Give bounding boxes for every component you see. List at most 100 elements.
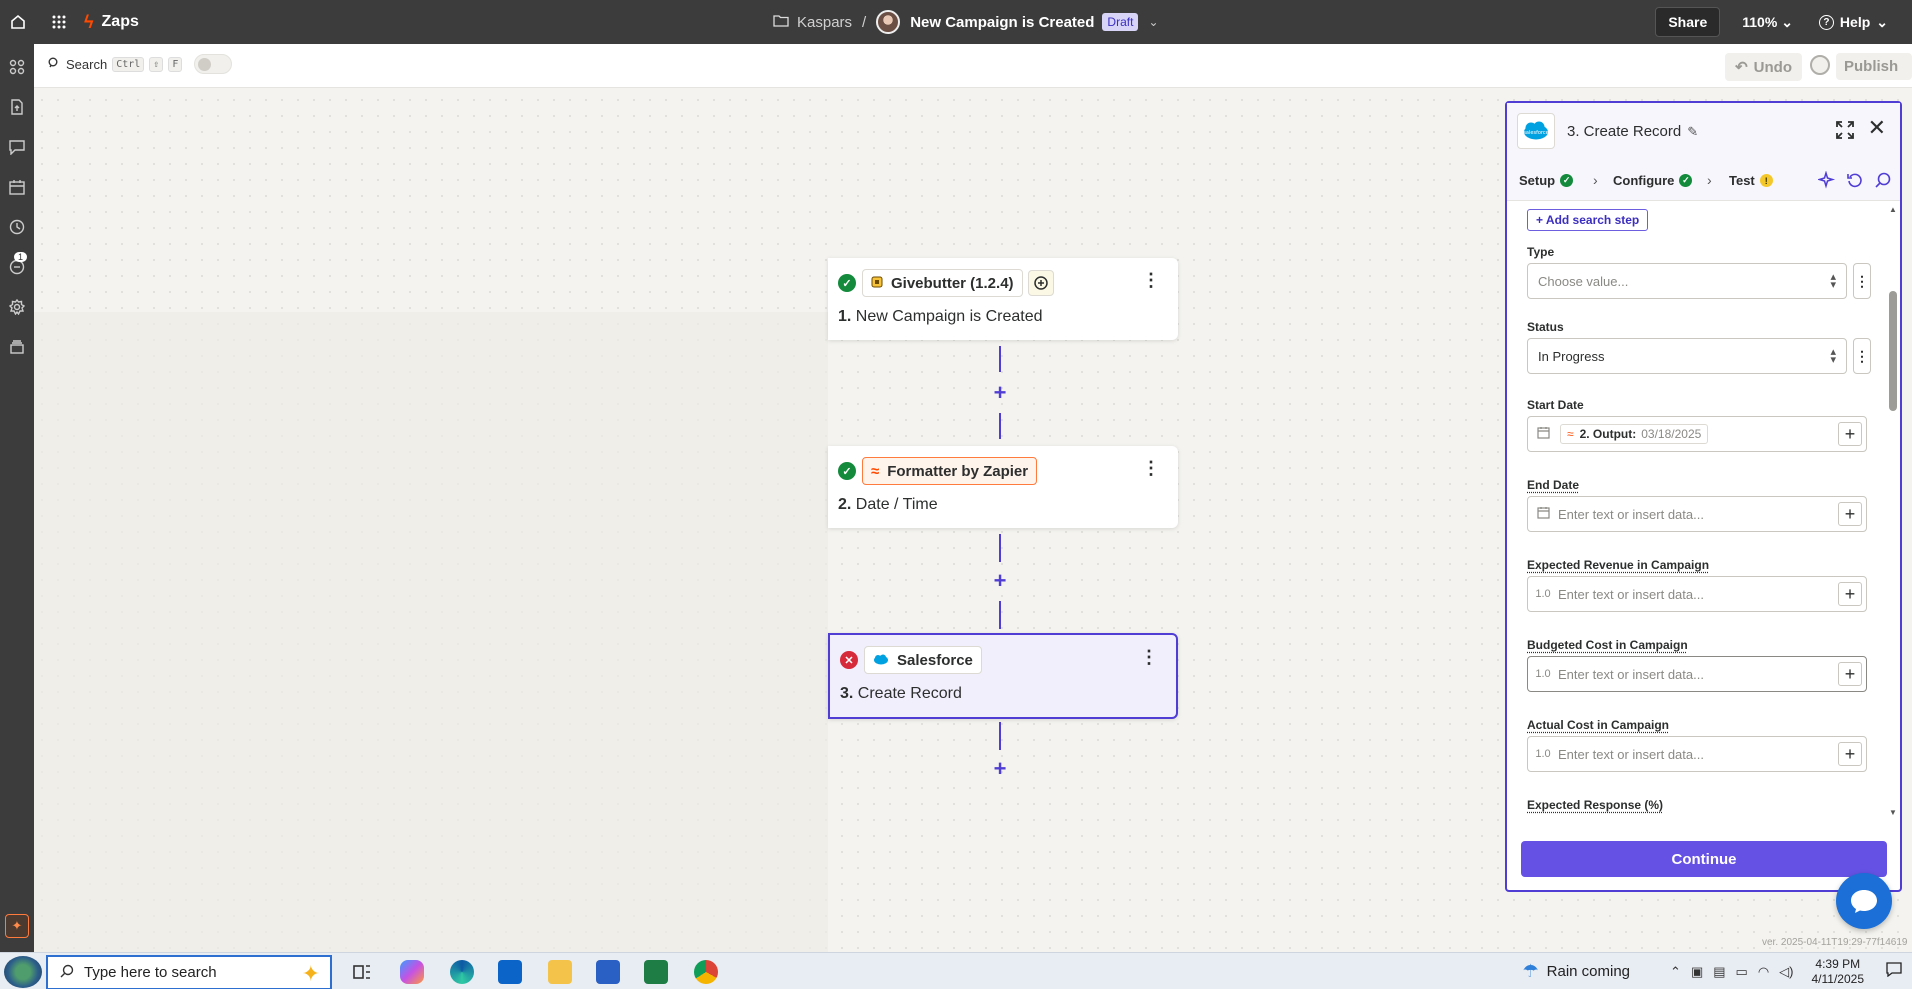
- app-grid-icon[interactable]: [44, 0, 74, 44]
- breadcrumb-folder[interactable]: Kaspars: [797, 14, 852, 31]
- taskbar-search-input[interactable]: Type here to search ✦: [46, 955, 332, 989]
- field-label-expected-response: Expected Response (%): [1527, 798, 1664, 812]
- step-card-3[interactable]: ✕ Salesforce ⋮ 3. Create Record: [828, 633, 1178, 719]
- notification-center-icon[interactable]: [1886, 961, 1902, 982]
- settings-icon[interactable]: [6, 296, 28, 318]
- add-action-icon[interactable]: [1028, 270, 1054, 296]
- step-title: 1. New Campaign is Created: [838, 308, 1043, 326]
- add-step-icon[interactable]: +: [991, 570, 1009, 592]
- chat-support-icon[interactable]: [1836, 873, 1892, 929]
- zaps-home-link[interactable]: ϟ Zaps: [84, 12, 139, 33]
- actual-cost-field[interactable]: 1.0 Enter text or insert data... +: [1527, 736, 1867, 772]
- step-app-pill[interactable]: Givebutter (1.2.4): [862, 269, 1023, 297]
- scrollbar-thumb[interactable]: [1889, 291, 1897, 411]
- undo-icon: ↶: [1735, 59, 1748, 76]
- panel-scrollbar[interactable]: ▲ ▼: [1888, 201, 1898, 821]
- pencil-icon[interactable]: ✎: [1687, 124, 1698, 140]
- insert-data-button[interactable]: +: [1838, 662, 1862, 686]
- chrome-icon[interactable]: [694, 960, 718, 984]
- field-label-status: Status: [1527, 320, 1564, 334]
- shortcut-key: Ctrl: [112, 56, 145, 72]
- type-select[interactable]: Choose value... ▴ ▾: [1527, 263, 1847, 299]
- comment-icon[interactable]: [6, 136, 28, 158]
- panel-form[interactable]: + Add search step Type Choose value... ▴…: [1507, 201, 1900, 821]
- close-icon[interactable]: ✕: [1868, 117, 1886, 139]
- status-value: In Progress: [1538, 348, 1605, 364]
- stack-icon[interactable]: [6, 336, 28, 358]
- step-app-pill[interactable]: Salesforce: [864, 646, 982, 674]
- copilot-app-icon[interactable]: [400, 960, 424, 984]
- start-date-field[interactable]: ≈ 2. Output: 03/18/2025 +: [1527, 416, 1867, 452]
- sparkle-icon[interactable]: [1816, 170, 1836, 194]
- chevron-down-icon[interactable]: ⌄: [1148, 15, 1158, 29]
- file-upload-icon[interactable]: [6, 96, 28, 118]
- step-card-2[interactable]: ✓ ≈ Formatter by Zapier ⋮ 2. Date / Time: [828, 446, 1178, 528]
- step-app-pill[interactable]: ≈ Formatter by Zapier: [862, 457, 1038, 485]
- tray-app-icon[interactable]: ▣: [1691, 964, 1703, 980]
- calendar-icon[interactable]: [6, 176, 28, 198]
- insert-data-button[interactable]: +: [1838, 742, 1862, 766]
- tab-configure[interactable]: Configure ✓: [1613, 173, 1693, 188]
- add-step-icon[interactable]: +: [991, 758, 1009, 780]
- insert-data-button[interactable]: +: [1838, 422, 1862, 446]
- task-view-icon[interactable]: [350, 960, 374, 984]
- weather-widget[interactable]: ☂ Rain coming: [1523, 961, 1631, 982]
- add-step-icon[interactable]: +: [991, 382, 1009, 404]
- clock-icon[interactable]: [6, 216, 28, 238]
- tray-app-icon[interactable]: ▤: [1713, 964, 1725, 980]
- search-icon[interactable]: [1874, 171, 1892, 194]
- continue-button[interactable]: Continue: [1521, 841, 1887, 877]
- start-button[interactable]: [4, 956, 42, 988]
- volume-icon[interactable]: ◁): [1779, 964, 1793, 980]
- mapped-data-pill[interactable]: ≈ 2. Output: 03/18/2025: [1560, 424, 1709, 444]
- outlook-icon[interactable]: [498, 960, 522, 984]
- scroll-down-icon[interactable]: ▼: [1889, 808, 1897, 817]
- scroll-up-icon[interactable]: ▲: [1889, 205, 1897, 214]
- more-options-icon[interactable]: ⋮: [1142, 458, 1160, 479]
- number-icon: 1.0: [1535, 748, 1551, 760]
- expand-icon[interactable]: [1836, 121, 1854, 139]
- version-history-icon[interactable]: [1810, 55, 1830, 75]
- file-explorer-icon[interactable]: [548, 960, 572, 984]
- expected-revenue-field[interactable]: 1.0 Enter text or insert data... +: [1527, 576, 1867, 612]
- taskbar-clock[interactable]: 4:39 PM 4/11/2025: [1812, 957, 1865, 987]
- tab-test[interactable]: Test !: [1729, 173, 1773, 188]
- edge-browser-icon[interactable]: [450, 960, 474, 984]
- more-options-icon[interactable]: ⋮: [1140, 647, 1158, 668]
- word-icon[interactable]: [596, 960, 620, 984]
- undo-button[interactable]: ↶ Undo: [1725, 53, 1802, 81]
- home-icon[interactable]: [0, 0, 36, 44]
- insert-data-button[interactable]: +: [1838, 582, 1862, 606]
- chevron-right-icon: ›: [1707, 172, 1712, 188]
- battery-icon[interactable]: ▭: [1736, 964, 1748, 980]
- canvas-toggle[interactable]: [194, 54, 233, 74]
- add-search-step-button[interactable]: + Add search step: [1527, 209, 1649, 231]
- status-select[interactable]: In Progress ▴ ▾: [1527, 338, 1847, 374]
- top-right-actions: Share 110% ⌄ ? Help ⌄: [1655, 0, 1912, 44]
- zap-title[interactable]: New Campaign is Created: [910, 14, 1094, 31]
- canvas-search[interactable]: Search Ctrl ⇧ F: [48, 54, 233, 74]
- step-connector: [999, 601, 1001, 629]
- refresh-icon[interactable]: [1846, 171, 1864, 194]
- insert-data-button[interactable]: +: [1838, 502, 1862, 526]
- chevron-up-icon[interactable]: ⌃: [1670, 964, 1681, 980]
- field-options-icon[interactable]: ⋮: [1853, 338, 1871, 374]
- more-options-icon[interactable]: ⋮: [1142, 270, 1160, 291]
- zoom-dropdown[interactable]: 110% ⌄: [1742, 14, 1793, 31]
- end-date-field[interactable]: Enter text or insert data... +: [1527, 496, 1867, 532]
- wifi-icon[interactable]: ◠: [1758, 964, 1769, 980]
- step-card-1[interactable]: ✓ Givebutter (1.2.4) ⋮ 1. New Campaign i…: [828, 258, 1178, 340]
- canvas-shaded-region: [34, 312, 828, 952]
- panel-title[interactable]: 3. Create Record ✎: [1567, 123, 1698, 140]
- publish-button[interactable]: Publish: [1836, 53, 1912, 80]
- tab-setup[interactable]: Setup ✓: [1519, 173, 1574, 188]
- help-button[interactable]: ? Help ⌄: [1818, 14, 1888, 31]
- apps-icon[interactable]: [6, 56, 28, 78]
- field-options-icon[interactable]: ⋮: [1853, 263, 1871, 299]
- panel-tools: [1816, 170, 1892, 194]
- ai-copilot-icon[interactable]: ✦: [5, 914, 29, 938]
- excel-icon[interactable]: [644, 960, 668, 984]
- budgeted-cost-field[interactable]: 1.0 Enter text or insert data... +: [1527, 656, 1867, 692]
- share-button[interactable]: Share: [1655, 7, 1721, 37]
- avatar[interactable]: [876, 10, 901, 34]
